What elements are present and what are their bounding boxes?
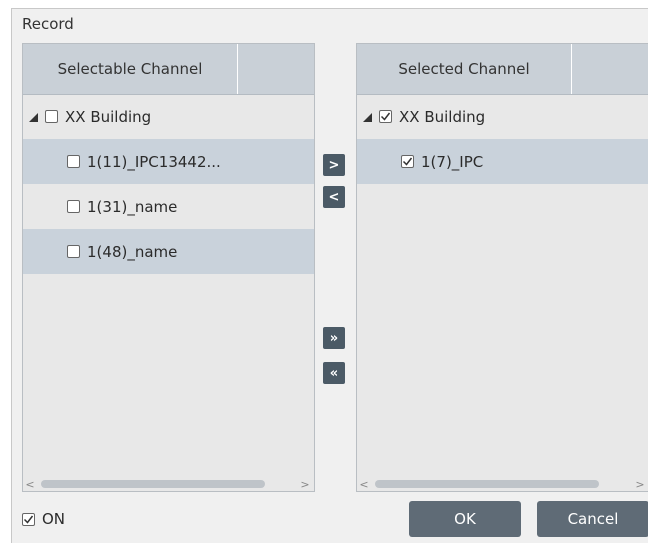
on-checkbox[interactable]: [22, 512, 35, 526]
channel-label: 1(7)_IPC: [421, 152, 484, 171]
selected-channel-column: Selected Channel: [357, 44, 572, 94]
scroll-left-icon[interactable]: <: [357, 478, 371, 491]
selectable-channel-column: Selectable Channel: [23, 44, 238, 94]
scroll-right-icon[interactable]: >: [298, 478, 312, 491]
channel-label: 1(11)_IPC13442...: [87, 152, 221, 171]
scroll-left-icon[interactable]: <: [23, 478, 37, 491]
add-channel-button[interactable]: >: [323, 154, 345, 176]
selectable-channel-panel: Selectable Channel XX Building 1(11)_IPC…: [22, 43, 315, 492]
checkbox-checked[interactable]: [401, 155, 414, 168]
scrollbar-thumb[interactable]: [41, 480, 265, 488]
checkbox[interactable]: [67, 155, 80, 168]
scroll-right-icon[interactable]: >: [633, 478, 647, 491]
tree-node-label: XX Building: [399, 107, 486, 126]
on-toggle[interactable]: ON: [22, 510, 65, 528]
checkbox-checked[interactable]: [379, 110, 392, 123]
tree-node-xx-building[interactable]: XX Building: [23, 94, 314, 139]
list-item[interactable]: 1(7)_IPC: [357, 139, 648, 184]
expand-triangle-icon[interactable]: [29, 112, 39, 122]
record-dialog: Record Selectable Channel XX Building 1(…: [11, 8, 648, 543]
selectable-channel-header: Selectable Channel: [23, 44, 314, 95]
checkmark-icon: [402, 157, 413, 166]
channel-label: 1(48)_name: [87, 242, 178, 261]
list-item[interactable]: 1(31)_name: [23, 184, 314, 229]
checkbox[interactable]: [45, 110, 58, 123]
channel-label: 1(31)_name: [87, 197, 178, 216]
dialog-title: Record: [22, 15, 74, 33]
selected-channel-header: Selected Channel: [357, 44, 648, 95]
horizontal-scrollbar[interactable]: < >: [357, 477, 648, 491]
on-label: ON: [42, 510, 66, 528]
horizontal-scrollbar[interactable]: < >: [23, 477, 314, 491]
remove-all-channels-button[interactable]: «: [323, 362, 345, 384]
checkmark-icon: [23, 515, 34, 524]
cancel-button[interactable]: Cancel: [537, 501, 648, 537]
tree-node-label: XX Building: [65, 107, 152, 126]
scrollbar-thumb[interactable]: [375, 480, 599, 488]
add-all-channels-button[interactable]: »: [323, 327, 345, 349]
ok-button[interactable]: OK: [409, 501, 521, 537]
selected-channel-panel: Selected Channel XX Building 1(7)_IPC <: [356, 43, 648, 492]
list-item[interactable]: 1(11)_IPC13442...: [23, 139, 314, 184]
remove-channel-button[interactable]: <: [323, 186, 345, 208]
list-item[interactable]: 1(48)_name: [23, 229, 314, 274]
checkmark-icon: [380, 112, 391, 121]
checkbox[interactable]: [67, 200, 80, 213]
tree-node-xx-building[interactable]: XX Building: [357, 94, 648, 139]
checkbox[interactable]: [67, 245, 80, 258]
expand-triangle-icon[interactable]: [363, 112, 373, 122]
